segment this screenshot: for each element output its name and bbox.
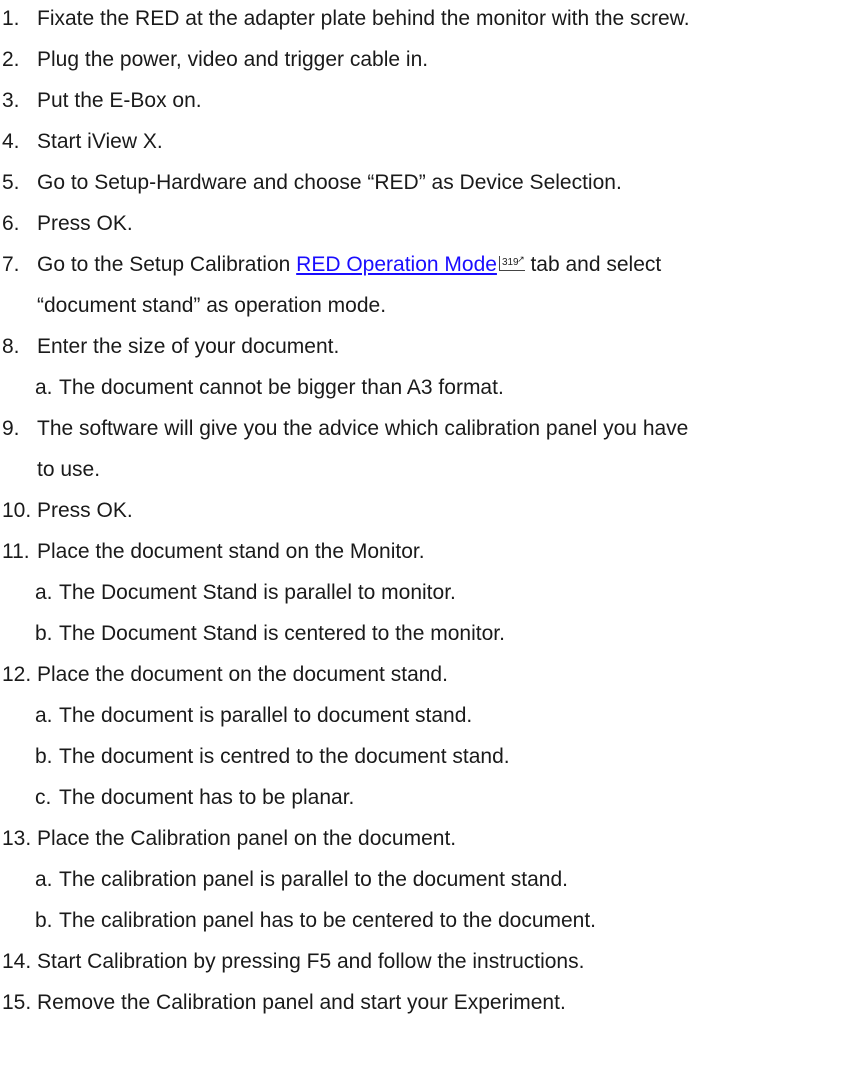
- step-text: Place the Calibration panel on the docum…: [37, 827, 457, 850]
- step-4: 4. Start iView X.: [0, 124, 163, 160]
- step-number: 3.: [2, 89, 20, 112]
- step-number: 1.: [2, 7, 20, 30]
- step-number: 9.: [2, 417, 20, 440]
- step-5: 5. Go to Setup-Hardware and choose “RED” …: [0, 165, 622, 201]
- step-text: tab and select: [524, 253, 662, 276]
- step-text: Plug the power, video and trigger cable …: [37, 48, 429, 71]
- red-operation-mode-link[interactable]: RED Operation Mode: [296, 253, 497, 276]
- step-9-continuation: to use.: [0, 452, 100, 488]
- step-number: 4.: [2, 130, 20, 153]
- step-text: Put the E-Box on.: [37, 89, 202, 112]
- page-jump-arrow-icon: ↗: [517, 254, 525, 264]
- step-number: 7.: [2, 253, 20, 276]
- step-number: 2.: [2, 48, 20, 71]
- step-text: Press OK.: [37, 212, 133, 235]
- substep-letter: b.: [35, 622, 53, 645]
- substep-12b: b. The document is centred to the documen…: [0, 739, 510, 775]
- step-2: 2. Plug the power, video and trigger cabl…: [0, 42, 428, 78]
- step-11: 11. Place the document stand on the Monit…: [0, 534, 425, 570]
- step-6: 6. Press OK.: [0, 206, 133, 242]
- substep-text: The Document Stand is centered to the mo…: [59, 622, 505, 645]
- step-text: Place the document stand on the Monitor.: [37, 540, 425, 563]
- substep-letter: a.: [35, 376, 53, 399]
- substep-letter: b.: [35, 745, 53, 768]
- step-number: 10.: [2, 499, 32, 522]
- substep-text: The Document Stand is parallel to monito…: [59, 581, 456, 604]
- step-number: 15.: [2, 991, 32, 1014]
- step-number: 8.: [2, 335, 20, 358]
- substep-text: The document has to be planar.: [59, 786, 355, 809]
- step-number: 5.: [2, 171, 20, 194]
- step-number: 12.: [2, 663, 32, 686]
- substep-11b: b. The Document Stand is centered to the …: [0, 616, 505, 652]
- step-9: 9. The software will give you the advice …: [0, 411, 688, 447]
- substep-text: The calibration panel is parallel to the…: [59, 868, 568, 891]
- substep-8a: a. The document cannot be bigger than A3 …: [0, 370, 504, 406]
- step-text: Remove the Calibration panel and start y…: [37, 991, 566, 1014]
- substep-13b: b. The calibration panel has to be center…: [0, 903, 596, 939]
- instruction-document: 1. Fixate the RED at the adapter plate be…: [0, 0, 861, 1090]
- substep-text: The document cannot be bigger than A3 fo…: [59, 376, 504, 399]
- substep-11a: a. The Document Stand is parallel to moni…: [0, 575, 456, 611]
- substep-letter: a.: [35, 704, 53, 727]
- step-text: Enter the size of your document.: [37, 335, 340, 358]
- step-12: 12. Place the document on the document st…: [0, 657, 448, 693]
- substep-text: The document is parallel to document sta…: [59, 704, 473, 727]
- step-text: “document stand” as operation mode.: [37, 294, 387, 317]
- step-text: The software will give you the advice wh…: [37, 417, 689, 440]
- substep-12c: c. The document has to be planar.: [0, 780, 354, 816]
- page-reference[interactable]: 319 ↗: [498, 254, 525, 271]
- step-number: 14.: [2, 950, 32, 973]
- substep-letter: b.: [35, 909, 53, 932]
- step-text: Start Calibration by pressing F5 and fol…: [37, 950, 585, 973]
- step-8: 8. Enter the size of your document.: [0, 329, 339, 365]
- step-text: Place the document on the document stand…: [37, 663, 448, 686]
- step-text: Go to Setup-Hardware and choose “RED” as…: [37, 171, 622, 194]
- step-13: 13. Place the Calibration panel on the do…: [0, 821, 456, 857]
- substep-letter: c.: [35, 786, 52, 809]
- step-7-continuation: “document stand” as operation mode.: [0, 288, 386, 324]
- step-text: Fixate the RED at the adapter plate behi…: [37, 7, 690, 30]
- step-14: 14. Start Calibration by pressing F5 and …: [0, 944, 584, 980]
- step-10: 10. Press OK.: [0, 493, 133, 529]
- step-text: Press OK.: [37, 499, 133, 522]
- substep-text: The document is centred to the document …: [59, 745, 510, 768]
- substep-letter: a.: [35, 868, 53, 891]
- substep-13a: a. The calibration panel is parallel to t…: [0, 862, 568, 898]
- substep-12a: a. The document is parallel to document s…: [0, 698, 472, 734]
- substep-letter: a.: [35, 581, 53, 604]
- step-text: Start iView X.: [37, 130, 163, 153]
- step-number: 6.: [2, 212, 20, 235]
- step-7: 7. Go to the Setup Calibration RED Operat…: [0, 247, 661, 283]
- step-number: 11.: [2, 540, 30, 563]
- step-text: Go to the Setup Calibration: [37, 253, 297, 276]
- step-number: 13.: [2, 827, 32, 850]
- step-text: to use.: [37, 458, 101, 481]
- step-3: 3. Put the E-Box on.: [0, 83, 202, 119]
- step-1: 1. Fixate the RED at the adapter plate be…: [0, 1, 690, 37]
- step-15: 15. Remove the Calibration panel and star…: [0, 985, 566, 1021]
- substep-text: The calibration panel has to be centered…: [59, 909, 597, 932]
